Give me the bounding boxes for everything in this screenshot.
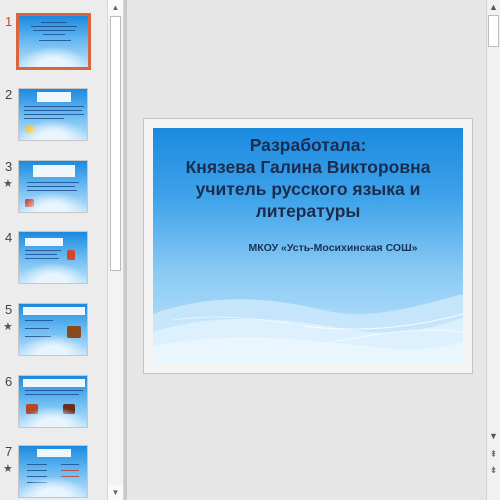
animation-star-icon: ★ — [3, 463, 13, 475]
title-line: учитель русского языка и — [195, 179, 421, 199]
slide-thumbnail-pane: 1 2 3 ★ 4 5 ★ 6 7 ★ — [0, 0, 107, 500]
scroll-down-arrow-icon[interactable]: ▼ — [108, 485, 123, 500]
slide-number: 5 — [5, 302, 13, 317]
slide-number: 6 — [5, 374, 13, 389]
scroll-down-arrow-icon[interactable]: ▼ — [487, 430, 500, 443]
animation-star-icon: ★ — [3, 321, 13, 333]
thumbnail-image — [16, 13, 91, 70]
slide-number: 2 — [5, 87, 13, 102]
slide-scrollbar-thumb[interactable] — [488, 15, 499, 47]
title-line: Князева Галина Викторовна — [185, 157, 431, 177]
thumbnail-image — [18, 445, 88, 498]
current-slide[interactable]: Разработала: Князева Галина Викторовна у… — [143, 118, 473, 374]
slide-thumbnail-1[interactable]: 1 — [0, 13, 107, 84]
slide-wave-decoration — [153, 294, 463, 364]
thumbnail-image — [18, 88, 88, 141]
thumbnail-image — [18, 231, 88, 284]
slide-background: Разработала: Князева Галина Викторовна у… — [153, 128, 463, 364]
slide-number: 4 — [5, 230, 13, 245]
title-line: Разработала: — [249, 135, 367, 155]
slide-thumbnail-7[interactable]: 7 ★ — [0, 444, 107, 500]
slide-editing-area: Разработала: Князева Галина Викторовна у… — [124, 0, 486, 500]
thumbnail-scrollbar[interactable]: ▲ ▼ — [107, 0, 124, 500]
scroll-up-arrow-icon[interactable]: ▲ — [108, 0, 123, 15]
thumbnail-scrollbar-thumb[interactable] — [110, 16, 121, 271]
animation-star-icon: ★ — [3, 178, 13, 190]
slide-number: 1 — [5, 14, 13, 29]
thumbnail-image — [18, 375, 88, 428]
slide-scrollbar[interactable]: ▲ ▼ ⇞ ⇟ — [486, 0, 500, 500]
scroll-up-arrow-icon[interactable]: ▲ — [487, 1, 500, 14]
slide-thumbnail-4[interactable]: 4 — [0, 230, 107, 300]
slide-thumbnail-5[interactable]: 5 ★ — [0, 302, 107, 372]
slide-title[interactable]: Разработала: Князева Галина Викторовна у… — [153, 134, 463, 222]
slide-thumbnail-2[interactable]: 2 — [0, 87, 107, 157]
slide-number: 7 — [5, 444, 13, 459]
title-line: литературы — [255, 201, 361, 221]
slide-number: 3 — [5, 159, 13, 174]
previous-slide-icon[interactable]: ⇞ — [487, 448, 500, 461]
thumbnail-image — [18, 303, 88, 356]
slide-subtitle[interactable]: МКОУ «Усть-Мосихинская СОШ» — [153, 242, 463, 254]
slide-thumbnail-3[interactable]: 3 ★ — [0, 159, 107, 229]
thumbnail-image — [18, 160, 88, 213]
slide-thumbnail-6[interactable]: 6 — [0, 374, 107, 444]
next-slide-icon[interactable]: ⇟ — [487, 464, 500, 477]
